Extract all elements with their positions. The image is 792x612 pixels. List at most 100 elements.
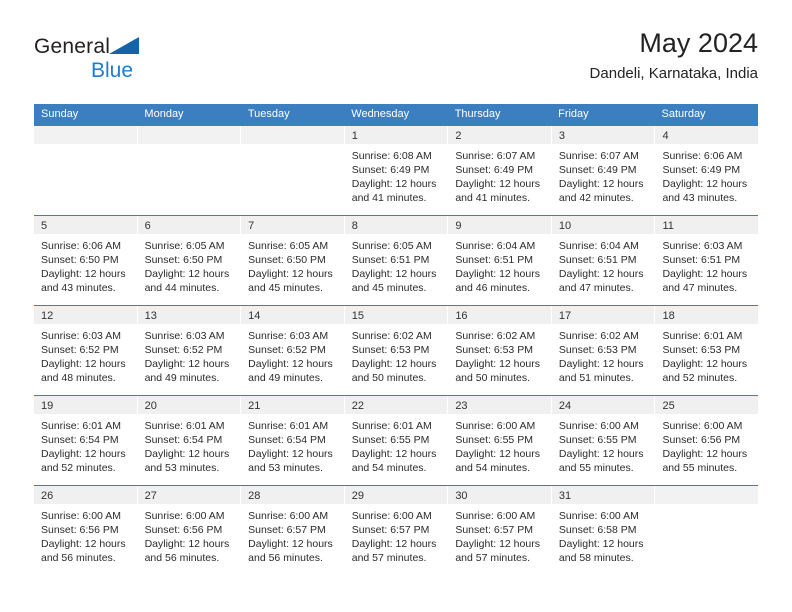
- sunset-text: Sunset: 6:52 PM: [144, 344, 223, 356]
- calendar-week-row: 12 Sunrise: 6:03 AM Sunset: 6:52 PM Dayl…: [34, 305, 759, 395]
- day-number: 11: [662, 220, 674, 232]
- calendar-day-cell[interactable]: 1 Sunrise: 6:08 AM Sunset: 6:49 PM Dayli…: [344, 126, 449, 215]
- sunrise-text: Sunrise: 6:08 AM: [351, 150, 432, 162]
- day-details: Sunrise: 6:07 AM Sunset: 6:49 PM Dayligh…: [552, 144, 655, 205]
- day-number: 19: [41, 400, 54, 412]
- day-number: 18: [662, 310, 675, 322]
- calendar-day-cell[interactable]: [34, 126, 138, 215]
- sunset-text: Sunset: 6:49 PM: [558, 164, 637, 176]
- calendar-day-cell[interactable]: 13 Sunrise: 6:03 AM Sunset: 6:52 PM Dayl…: [137, 306, 242, 395]
- day-details: Sunrise: 6:01 AM Sunset: 6:54 PM Dayligh…: [138, 414, 241, 475]
- sunrise-text: Sunrise: 6:03 AM: [662, 240, 743, 252]
- calendar-day-cell[interactable]: 15 Sunrise: 6:02 AM Sunset: 6:53 PM Dayl…: [344, 306, 449, 395]
- calendar-day-cell[interactable]: 10 Sunrise: 6:04 AM Sunset: 6:51 PM Dayl…: [551, 216, 656, 305]
- day-details: Sunrise: 6:00 AM Sunset: 6:56 PM Dayligh…: [138, 504, 241, 565]
- calendar-day-cell[interactable]: 5 Sunrise: 6:06 AM Sunset: 6:50 PM Dayli…: [34, 216, 138, 305]
- sunset-text: Sunset: 6:54 PM: [248, 434, 326, 446]
- sunset-text: Sunset: 6:56 PM: [41, 524, 119, 536]
- daylight-text-line2: and 57 minutes.: [455, 552, 531, 564]
- calendar-day-cell[interactable]: 3 Sunrise: 6:07 AM Sunset: 6:49 PM Dayli…: [551, 126, 656, 215]
- day-number-band: 30: [448, 486, 551, 504]
- sunrise-text: Sunrise: 6:03 AM: [248, 330, 329, 342]
- calendar-day-cell[interactable]: 29 Sunrise: 6:00 AM Sunset: 6:57 PM Dayl…: [344, 486, 449, 575]
- day-number: 9: [455, 220, 462, 232]
- calendar-day-cell[interactable]: 27 Sunrise: 6:00 AM Sunset: 6:56 PM Dayl…: [137, 486, 242, 575]
- calendar-day-cell[interactable]: 30 Sunrise: 6:00 AM Sunset: 6:57 PM Dayl…: [448, 486, 552, 575]
- daylight-text-line2: and 45 minutes.: [248, 282, 323, 294]
- sunset-text: Sunset: 6:51 PM: [662, 254, 741, 266]
- day-details: Sunrise: 6:04 AM Sunset: 6:51 PM Dayligh…: [552, 234, 655, 295]
- daylight-text-line2: and 47 minutes.: [662, 282, 738, 294]
- calendar-day-cell[interactable]: 2 Sunrise: 6:07 AM Sunset: 6:49 PM Dayli…: [448, 126, 552, 215]
- calendar-day-cell[interactable]: 22 Sunrise: 6:01 AM Sunset: 6:55 PM Dayl…: [344, 396, 449, 485]
- daylight-text-line1: Daylight: 12 hours: [455, 538, 540, 550]
- daylight-text-line1: Daylight: 12 hours: [248, 268, 333, 280]
- calendar-day-cell[interactable]: 19 Sunrise: 6:01 AM Sunset: 6:54 PM Dayl…: [34, 396, 138, 485]
- calendar-day-cell[interactable]: 16 Sunrise: 6:02 AM Sunset: 6:53 PM Dayl…: [448, 306, 552, 395]
- weekday-header-sunday: Sunday: [41, 108, 79, 120]
- calendar-day-cell[interactable]: 28 Sunrise: 6:00 AM Sunset: 6:57 PM Dayl…: [241, 486, 345, 575]
- day-details: Sunrise: 6:06 AM Sunset: 6:50 PM Dayligh…: [34, 234, 137, 295]
- sunrise-text: Sunrise: 6:06 AM: [41, 240, 121, 252]
- calendar-day-cell[interactable]: 12 Sunrise: 6:03 AM Sunset: 6:52 PM Dayl…: [34, 306, 138, 395]
- day-details: Sunrise: 6:03 AM Sunset: 6:52 PM Dayligh…: [241, 324, 344, 385]
- page-title: May 2024: [639, 28, 758, 58]
- day-details: Sunrise: 6:05 AM Sunset: 6:50 PM Dayligh…: [241, 234, 344, 295]
- daylight-text-line1: Daylight: 12 hours: [351, 358, 437, 370]
- calendar-day-cell[interactable]: 18 Sunrise: 6:01 AM Sunset: 6:53 PM Dayl…: [655, 306, 759, 395]
- day-number-band: 31: [551, 486, 655, 504]
- sunset-text: Sunset: 6:55 PM: [455, 434, 533, 446]
- calendar-week-row: 19 Sunrise: 6:01 AM Sunset: 6:54 PM Dayl…: [34, 395, 759, 485]
- calendar-day-cell[interactable]: 26 Sunrise: 6:00 AM Sunset: 6:56 PM Dayl…: [34, 486, 138, 575]
- day-number: 30: [455, 490, 468, 502]
- day-number-band: 12: [34, 306, 137, 324]
- sunrise-text: Sunrise: 6:01 AM: [351, 420, 432, 432]
- calendar-day-cell[interactable]: 24 Sunrise: 6:00 AM Sunset: 6:55 PM Dayl…: [551, 396, 656, 485]
- calendar-day-cell[interactable]: 14 Sunrise: 6:03 AM Sunset: 6:52 PM Dayl…: [241, 306, 345, 395]
- calendar-day-cell[interactable]: 21 Sunrise: 6:01 AM Sunset: 6:54 PM Dayl…: [241, 396, 345, 485]
- calendar-day-cell[interactable]: 8 Sunrise: 6:05 AM Sunset: 6:51 PM Dayli…: [344, 216, 449, 305]
- calendar-day-cell[interactable]: [241, 126, 345, 215]
- sunrise-text: Sunrise: 6:00 AM: [558, 510, 639, 522]
- calendar-day-cell[interactable]: 11 Sunrise: 6:03 AM Sunset: 6:51 PM Dayl…: [655, 216, 759, 305]
- daylight-text-line2: and 47 minutes.: [558, 282, 634, 294]
- sunrise-text: Sunrise: 6:00 AM: [248, 510, 329, 522]
- sunrise-text: Sunrise: 6:00 AM: [351, 510, 432, 522]
- calendar-day-cell[interactable]: [137, 126, 242, 215]
- calendar-day-cell[interactable]: 4 Sunrise: 6:06 AM Sunset: 6:49 PM Dayli…: [655, 126, 759, 215]
- daylight-text-line1: Daylight: 12 hours: [248, 448, 333, 460]
- calendar-day-cell[interactable]: 23 Sunrise: 6:00 AM Sunset: 6:55 PM Dayl…: [448, 396, 552, 485]
- title-block: May 2024 Dandeli, Karnataka, India: [590, 28, 758, 83]
- day-details: Sunrise: 6:01 AM Sunset: 6:54 PM Dayligh…: [241, 414, 344, 475]
- day-details: [655, 504, 758, 509]
- sunset-text: Sunset: 6:56 PM: [662, 434, 741, 446]
- calendar-day-cell[interactable]: [655, 486, 759, 575]
- day-number: 8: [351, 220, 358, 232]
- day-number-band: 4: [655, 126, 759, 144]
- daylight-text-line2: and 55 minutes.: [662, 462, 738, 474]
- day-number: 15: [351, 310, 364, 322]
- calendar-page: General Blue May 2024 Dandeli, Karnataka…: [0, 0, 792, 612]
- sunrise-text: Sunrise: 6:03 AM: [41, 330, 121, 342]
- day-details: Sunrise: 6:02 AM Sunset: 6:53 PM Dayligh…: [552, 324, 655, 385]
- calendar-day-cell[interactable]: 9 Sunrise: 6:04 AM Sunset: 6:51 PM Dayli…: [448, 216, 552, 305]
- calendar-day-cell[interactable]: 31 Sunrise: 6:00 AM Sunset: 6:58 PM Dayl…: [551, 486, 656, 575]
- page-header: General Blue May 2024 Dandeli, Karnataka…: [34, 28, 758, 100]
- day-details: Sunrise: 6:01 AM Sunset: 6:54 PM Dayligh…: [34, 414, 137, 475]
- calendar-day-cell[interactable]: 25 Sunrise: 6:00 AM Sunset: 6:56 PM Dayl…: [655, 396, 759, 485]
- daylight-text-line1: Daylight: 12 hours: [455, 358, 540, 370]
- day-number-band: [241, 126, 344, 144]
- sunrise-text: Sunrise: 6:02 AM: [351, 330, 432, 342]
- day-number-band: 29: [344, 486, 448, 504]
- sunrise-text: Sunrise: 6:03 AM: [144, 330, 225, 342]
- day-number: 21: [248, 400, 261, 412]
- calendar-day-cell[interactable]: 6 Sunrise: 6:05 AM Sunset: 6:50 PM Dayli…: [137, 216, 242, 305]
- daylight-text-line2: and 54 minutes.: [351, 462, 427, 474]
- calendar-day-cell[interactable]: 7 Sunrise: 6:05 AM Sunset: 6:50 PM Dayli…: [241, 216, 345, 305]
- calendar-day-cell[interactable]: 20 Sunrise: 6:01 AM Sunset: 6:54 PM Dayl…: [137, 396, 242, 485]
- sunrise-text: Sunrise: 6:00 AM: [41, 510, 121, 522]
- calendar-day-cell[interactable]: 17 Sunrise: 6:02 AM Sunset: 6:53 PM Dayl…: [551, 306, 656, 395]
- calendar-week-row: 26 Sunrise: 6:00 AM Sunset: 6:56 PM Dayl…: [34, 485, 759, 575]
- day-number-band: 20: [137, 396, 241, 414]
- day-number: 23: [455, 400, 468, 412]
